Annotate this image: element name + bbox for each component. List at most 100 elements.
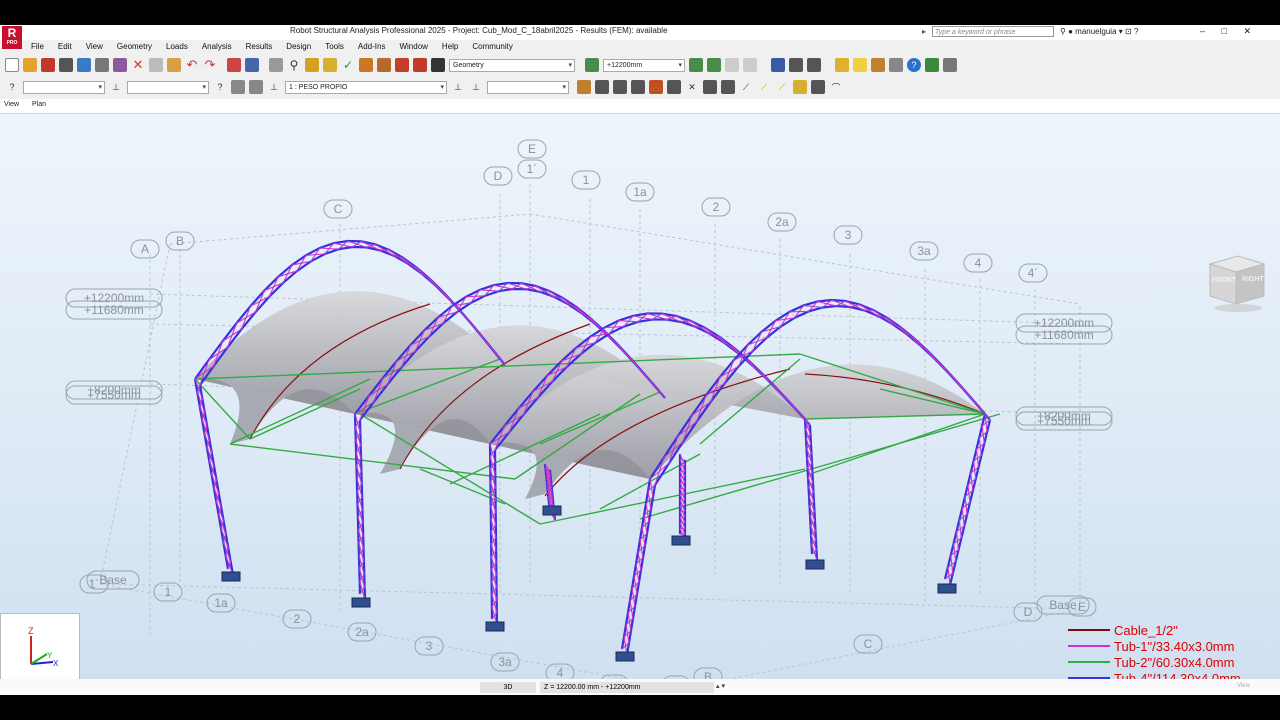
- level-table-icon[interactable]: [725, 58, 739, 72]
- level-arrows-icon[interactable]: ▴ ▾: [716, 682, 725, 690]
- menu-geometry[interactable]: Geometry: [110, 40, 159, 53]
- level-icon[interactable]: [585, 58, 599, 72]
- menu-window[interactable]: Window: [392, 40, 434, 53]
- tab-view[interactable]: View: [4, 101, 19, 108]
- move-icon[interactable]: [595, 80, 609, 94]
- check-icon[interactable]: ✓: [341, 58, 355, 72]
- open-folder-icon[interactable]: [23, 58, 37, 72]
- pyramid-icon[interactable]: [811, 80, 825, 94]
- book-icon[interactable]: [77, 58, 91, 72]
- geometry-select[interactable]: Geometry: [449, 58, 575, 72]
- z-level-readout[interactable]: Z = 12200.00 mm - +12200mm: [540, 682, 714, 693]
- cube-front-label[interactable]: FRONT: [1212, 277, 1237, 284]
- menu-loads[interactable]: Loads: [159, 40, 195, 53]
- display-icon[interactable]: [789, 58, 803, 72]
- model-viewport[interactable]: ABCDE1´11a22a33a44´1´11a22a33a44´ABCDEBa…: [0, 114, 1280, 679]
- offset-icon[interactable]: ⟋: [757, 80, 771, 94]
- panel-icon[interactable]: [231, 80, 245, 94]
- screen-capture-icon[interactable]: [113, 58, 127, 72]
- load-case-select[interactable]: 1 : PESO PROPIO: [285, 80, 447, 94]
- user-account[interactable]: ⚲ ● manuelguia ▾ ⊡ ?: [1060, 25, 1138, 38]
- view-mode-3d[interactable]: 3D: [480, 682, 536, 693]
- menu-help[interactable]: Help: [435, 40, 465, 53]
- view-cube-graphic[interactable]: FRONT RIGHT: [1206, 252, 1268, 316]
- extend-icon[interactable]: [721, 80, 735, 94]
- load-case-icon[interactable]: ⊥: [267, 80, 281, 94]
- menu-tools[interactable]: Tools: [318, 40, 351, 53]
- trim-icon[interactable]: ⟋: [739, 80, 753, 94]
- paste-icon[interactable]: [167, 58, 181, 72]
- print-preview-icon[interactable]: [95, 58, 109, 72]
- rotate-icon[interactable]: [613, 80, 627, 94]
- panel2-icon[interactable]: [249, 80, 263, 94]
- new-file-icon[interactable]: [5, 58, 19, 72]
- grid-icon[interactable]: [771, 58, 785, 72]
- zoom-icon[interactable]: ⚲: [287, 58, 301, 72]
- menu-view[interactable]: View: [79, 40, 110, 53]
- layout-icon[interactable]: [431, 58, 445, 72]
- menu-design[interactable]: Design: [279, 40, 318, 53]
- level-select[interactable]: +12200mm: [603, 58, 685, 72]
- case-down-icon[interactable]: ⊥: [469, 80, 483, 94]
- selection-select[interactable]: [23, 80, 105, 94]
- revolve-icon[interactable]: [793, 80, 807, 94]
- mode-select[interactable]: [487, 80, 569, 94]
- calculator-icon[interactable]: [227, 58, 241, 72]
- minimize-icon[interactable]: –: [1200, 26, 1205, 36]
- bar-select[interactable]: [127, 80, 209, 94]
- extrude-icon[interactable]: ⟋: [775, 80, 789, 94]
- menu-edit[interactable]: Edit: [51, 40, 79, 53]
- section-icon[interactable]: [395, 58, 409, 72]
- undo-icon[interactable]: ↶: [185, 57, 199, 72]
- menu-file[interactable]: File: [24, 40, 51, 53]
- cart-icon[interactable]: ⊡: [1125, 27, 1134, 36]
- load-select-icon[interactable]: ?: [213, 80, 227, 94]
- intersect-icon[interactable]: [703, 80, 717, 94]
- tables-icon[interactable]: [245, 58, 259, 72]
- search-input[interactable]: Type a keyword or phrase: [932, 26, 1054, 37]
- binoculars-icon[interactable]: ⚲: [1060, 27, 1066, 36]
- delete-icon[interactable]: ✕: [131, 57, 145, 72]
- arc-icon[interactable]: ⌒: [829, 80, 843, 94]
- menu-results[interactable]: Results: [239, 40, 280, 53]
- chart-icon[interactable]: [925, 58, 939, 72]
- notes-icon[interactable]: [835, 58, 849, 72]
- select-icon[interactable]: [323, 58, 337, 72]
- user-name[interactable]: manuelguia: [1075, 27, 1116, 36]
- question-select-icon[interactable]: ?: [5, 80, 19, 94]
- wrench-icon[interactable]: [413, 58, 427, 72]
- snap-icon[interactable]: [807, 58, 821, 72]
- menu-analysis[interactable]: Analysis: [195, 40, 239, 53]
- save-icon[interactable]: [41, 58, 55, 72]
- bar-select-icon[interactable]: ⊥: [109, 80, 123, 94]
- mirror-icon[interactable]: [631, 80, 645, 94]
- zoom-window-icon[interactable]: [305, 58, 319, 72]
- comment-icon[interactable]: [853, 58, 867, 72]
- translate-icon[interactable]: [667, 80, 681, 94]
- divide-icon[interactable]: ✕: [685, 80, 699, 94]
- close-icon[interactable]: ✕: [1243, 26, 1251, 36]
- view-cube[interactable]: FRONT RIGHT: [1206, 252, 1268, 321]
- scale-icon[interactable]: [649, 80, 663, 94]
- search-arrow-icon[interactable]: ▸: [922, 27, 926, 36]
- menu-community[interactable]: Community: [465, 40, 519, 53]
- print-icon[interactable]: [59, 58, 73, 72]
- structure-drawing[interactable]: ABCDE1´11a22a33a44´1´11a22a33a44´ABCDEBa…: [0, 114, 1280, 679]
- redo-icon[interactable]: ↷: [203, 57, 217, 72]
- copy-icon[interactable]: [149, 58, 163, 72]
- window-controls[interactable]: – □ ✕: [1200, 25, 1251, 38]
- robot-logo[interactable]: R PRO: [2, 26, 22, 49]
- calc-model-icon[interactable]: [377, 58, 391, 72]
- lock-icon[interactable]: [269, 58, 283, 72]
- level-down-icon[interactable]: [707, 58, 721, 72]
- brush-icon[interactable]: [577, 80, 591, 94]
- cube-right-label[interactable]: RIGHT: [1242, 276, 1265, 283]
- level-table2-icon[interactable]: [743, 58, 757, 72]
- tab-plan[interactable]: Plan: [32, 101, 46, 108]
- structure-model-icon[interactable]: [359, 58, 373, 72]
- menu-add-ins[interactable]: Add-Ins: [351, 40, 393, 53]
- help-icon[interactable]: ?: [1134, 27, 1138, 36]
- edit-icon[interactable]: [871, 58, 885, 72]
- restore-icon[interactable]: □: [1222, 26, 1227, 36]
- level-up-icon[interactable]: [689, 58, 703, 72]
